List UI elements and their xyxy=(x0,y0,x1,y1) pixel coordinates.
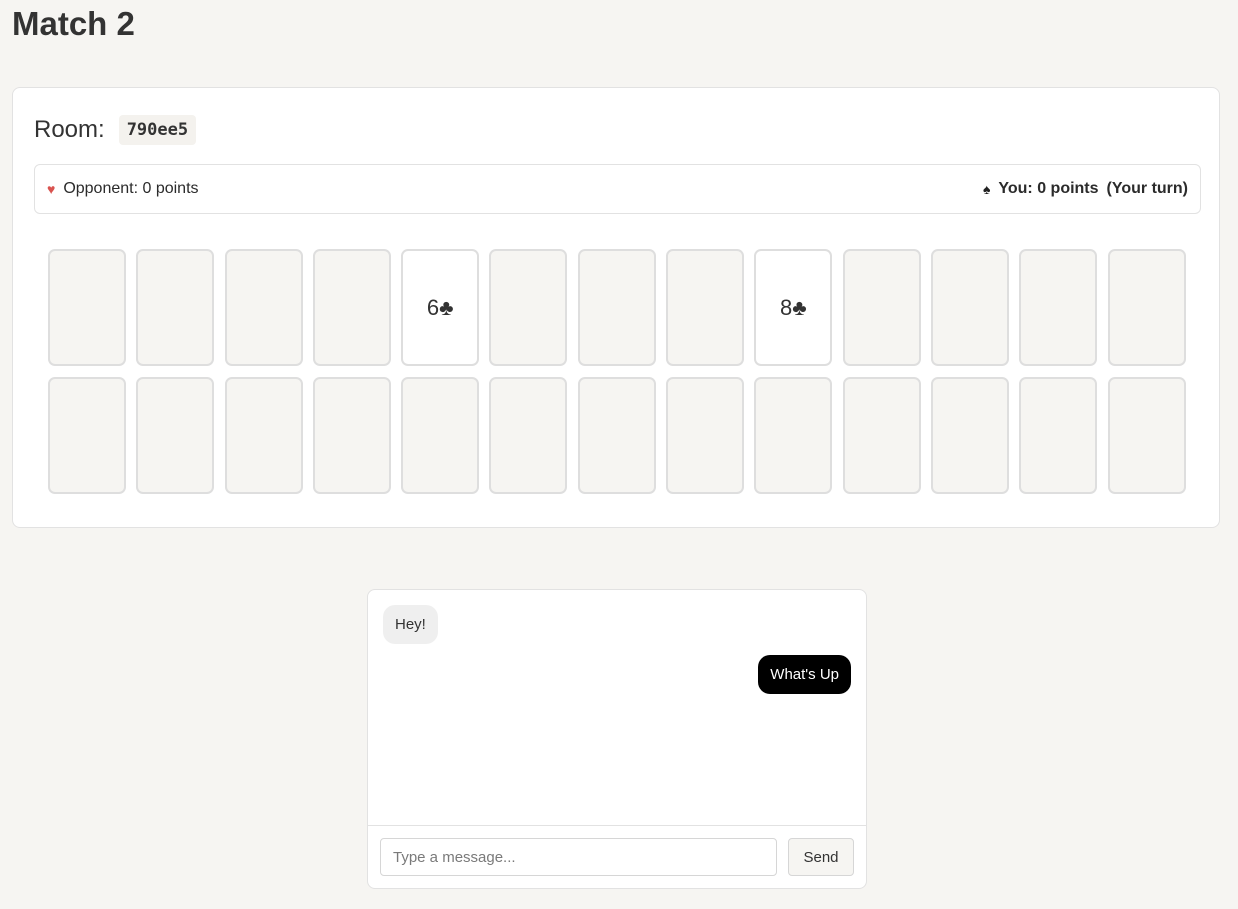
card-face-down[interactable] xyxy=(312,249,391,366)
outgoing-message: What's Up xyxy=(758,655,851,694)
card-face-down[interactable] xyxy=(842,249,921,366)
card-face-down[interactable] xyxy=(489,377,568,494)
message-input[interactable] xyxy=(380,838,777,876)
card-face-down[interactable] xyxy=(930,249,1009,366)
card-face-down[interactable] xyxy=(577,249,656,366)
opponent-score: ♥ Opponent: 0 points xyxy=(47,180,199,198)
room-code: 790ee5 xyxy=(118,115,197,145)
card-face-down[interactable] xyxy=(666,377,745,494)
card-face-down[interactable] xyxy=(1019,377,1098,494)
card-face-down[interactable] xyxy=(930,377,1009,494)
player-score-label: You: 0 points xyxy=(998,180,1099,197)
send-button[interactable]: Send xyxy=(788,838,854,876)
card-face-up[interactable]: 8♣ xyxy=(754,249,833,366)
game-panel: Room: 790ee5 ♥ Opponent: 0 points ♠ You:… xyxy=(12,87,1220,528)
opponent-score-label: Opponent: 0 points xyxy=(63,180,199,197)
card-face-up[interactable]: 6♣ xyxy=(401,249,480,366)
card-board: 6♣ 8♣ xyxy=(48,249,1186,494)
page-title: Match 2 xyxy=(12,5,135,42)
card-face-down[interactable] xyxy=(312,377,391,494)
card-face-down[interactable] xyxy=(224,377,303,494)
card-face-down[interactable] xyxy=(666,249,745,366)
scoreboard: ♥ Opponent: 0 points ♠ You: 0 points (Yo… xyxy=(34,164,1201,214)
card-face-down[interactable] xyxy=(1107,377,1186,494)
card-face-down[interactable] xyxy=(224,249,303,366)
card-face-down[interactable] xyxy=(754,377,833,494)
room-header: Room: 790ee5 xyxy=(34,114,197,146)
chat-panel: Hey! What's Up Send xyxy=(367,589,867,889)
card-face-down[interactable] xyxy=(401,377,480,494)
card-face-down[interactable] xyxy=(1019,249,1098,366)
card-face-down[interactable] xyxy=(842,377,921,494)
turn-indicator: (Your turn) xyxy=(1106,180,1188,197)
card-face-down[interactable] xyxy=(489,249,568,366)
room-label: Room: xyxy=(34,116,105,143)
card-face-down[interactable] xyxy=(48,249,126,366)
card-face-down[interactable] xyxy=(48,377,126,494)
chat-messages: Hey! What's Up xyxy=(368,590,866,826)
spade-icon: ♠ xyxy=(982,181,991,197)
heart-icon: ♥ xyxy=(47,181,56,197)
incoming-message: Hey! xyxy=(383,605,438,644)
player-score: ♠ You: 0 points (Your turn) xyxy=(983,180,1188,198)
card-face-down[interactable] xyxy=(136,377,215,494)
card-face-down[interactable] xyxy=(577,377,656,494)
card-face-down[interactable] xyxy=(136,249,215,366)
card-face-down[interactable] xyxy=(1107,249,1186,366)
chat-composer: Send xyxy=(380,838,854,876)
